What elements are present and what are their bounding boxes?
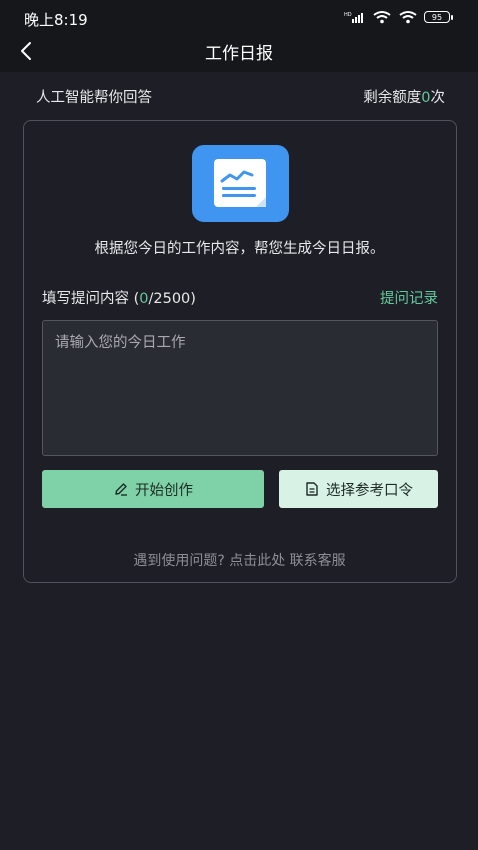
select-prompt-button[interactable]: 选择参考口令: [279, 470, 438, 508]
quota-info: 剩余额度0次: [363, 86, 445, 107]
input-label-row: 填写提问内容 (0/2500) 提问记录: [42, 287, 438, 309]
wifi-icon: [399, 11, 417, 24]
quota-suffix: 次: [430, 90, 446, 106]
signal-icon: HD: [344, 12, 363, 23]
work-content-input[interactable]: 请输入您的今日工作: [42, 320, 438, 456]
input-label-prefix: 填写提问内容 (: [42, 291, 140, 307]
start-create-label: 开始创作: [135, 482, 193, 499]
status-icons: HD 95: [344, 10, 453, 24]
wifi-icon: [373, 11, 391, 24]
contact-support-link[interactable]: 遇到使用问题? 点击此处 联系客服: [24, 550, 455, 570]
subheader-title: 人工智能帮你回答: [36, 90, 152, 106]
nav-bar: 工作日报: [0, 34, 478, 72]
battery-icon: 95: [424, 11, 453, 23]
input-label-suffix: /2500): [148, 291, 196, 307]
start-create-button[interactable]: 开始创作: [42, 470, 264, 508]
battery-level: 95: [431, 12, 443, 22]
input-char-count: 0: [139, 291, 149, 307]
report-card: 根据您今日的工作内容，帮您生成今日日报。 填写提问内容 (0/2500) 提问记…: [23, 120, 457, 583]
card-description: 根据您今日的工作内容，帮您生成今日日报。: [94, 241, 385, 257]
pencil-icon: [115, 483, 127, 496]
status-time: 晚上8:19: [24, 11, 88, 29]
svg-text:HD: HD: [344, 12, 352, 18]
report-chart-icon: [192, 145, 289, 222]
quota-prefix: 剩余额度: [363, 90, 422, 106]
select-prompt-label: 选择参考口令: [326, 482, 413, 499]
status-bar: 晚上8:19 HD 95: [0, 0, 478, 34]
subheader: 人工智能帮你回答 剩余额度0次: [36, 86, 445, 108]
document-icon: [306, 482, 318, 496]
page-title: 工作日报: [205, 44, 273, 64]
quota-count: 0: [421, 90, 431, 106]
input-placeholder: 请输入您的今日工作: [55, 335, 186, 351]
input-label: 填写提问内容 (0/2500): [42, 287, 196, 308]
history-link[interactable]: 提问记录: [380, 287, 438, 308]
